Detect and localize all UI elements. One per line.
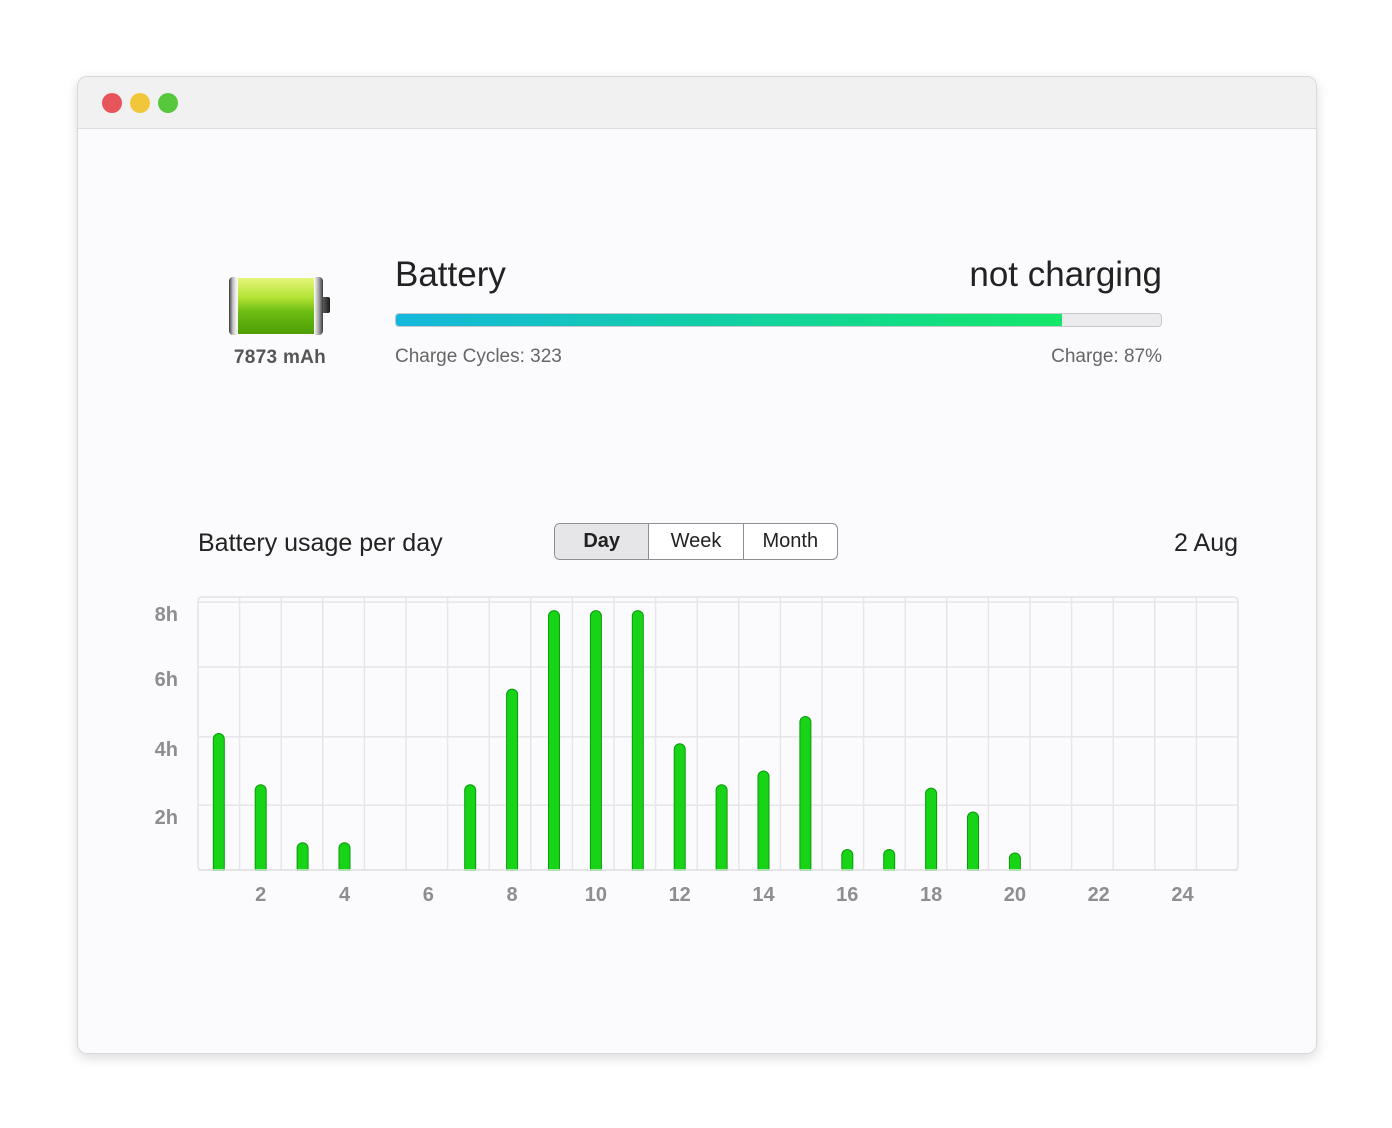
usage-bar [631, 610, 644, 875]
usage-bar [464, 784, 477, 875]
y-tick-label: 8h [155, 604, 178, 626]
chart-axis-mask [196, 871, 1240, 879]
usage-bar-chart: 2h4h6h8h2 4 6 8 10 12 14 16 18 20 22 24 [155, 596, 1240, 906]
app-window: 7873 mAh Battery not charging Charge Cyc… [77, 76, 1317, 1054]
x-tick-label: 4 [339, 884, 351, 906]
x-tick-label: 22 [1088, 884, 1110, 906]
y-tick-label: 4h [155, 739, 178, 761]
x-tick-label: 24 [1171, 884, 1194, 906]
y-tick-label: 2h [155, 807, 178, 829]
x-tick-label: 10 [585, 884, 607, 906]
usage-bar [757, 770, 770, 875]
usage-bar [715, 784, 728, 875]
usage-bar [967, 811, 979, 875]
x-tick-label: 20 [1004, 884, 1026, 906]
usage-bar [1008, 852, 1021, 875]
x-tick-label: 8 [507, 884, 518, 906]
usage-bar [506, 688, 519, 875]
x-tick-label: 12 [669, 884, 691, 906]
x-tick-label: 6 [423, 884, 434, 906]
usage-bar [254, 784, 267, 875]
usage-bar [925, 787, 938, 875]
x-tick-label: 18 [920, 884, 942, 906]
x-tick-label: 14 [752, 884, 775, 906]
x-tick-label: 2 [255, 884, 266, 906]
usage-bar [548, 610, 560, 875]
usage-bar [799, 715, 812, 875]
usage-bar [212, 733, 225, 875]
usage-bar [589, 610, 602, 875]
usage-bar [673, 743, 686, 875]
y-tick-label: 6h [155, 669, 178, 691]
x-tick-label: 16 [836, 884, 858, 906]
